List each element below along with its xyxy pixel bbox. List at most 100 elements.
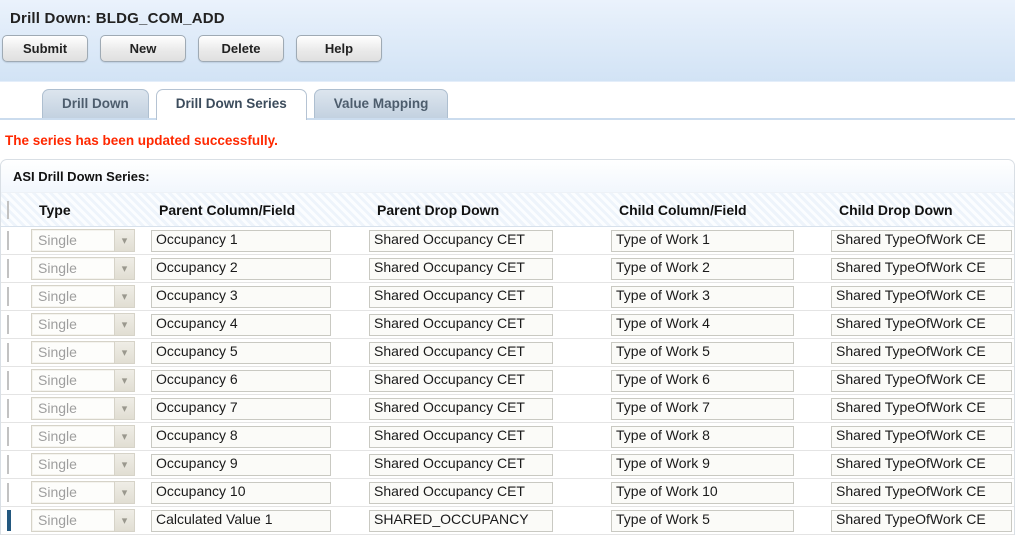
- parent-field-input[interactable]: Occupancy 2: [151, 258, 331, 280]
- chevron-down-icon: ▾: [114, 342, 134, 363]
- child-dropdown-input[interactable]: Shared TypeOfWork CE: [831, 454, 1012, 476]
- parent-field-input[interactable]: Occupancy 1: [151, 230, 331, 252]
- type-select-value: Single: [32, 342, 114, 363]
- column-header-parent-field: Parent Column/Field: [151, 202, 331, 218]
- parent-dropdown-input[interactable]: Shared Occupancy CET: [369, 370, 553, 392]
- table-row: Single ▾ Occupancy 7 Shared Occupancy CE…: [1, 395, 1014, 423]
- row-checkbox: [7, 427, 9, 446]
- parent-field-input[interactable]: Occupancy 6: [151, 370, 331, 392]
- row-checkbox: [7, 455, 9, 474]
- row-checkbox: [7, 371, 9, 390]
- tab-drill-down-series[interactable]: Drill Down Series: [156, 89, 307, 120]
- child-field-input[interactable]: Type of Work 7: [611, 398, 794, 420]
- type-select: Single ▾: [31, 257, 135, 280]
- row-checkbox: [7, 315, 9, 334]
- chevron-down-icon: ▾: [114, 510, 134, 531]
- type-select-value: Single: [32, 314, 114, 335]
- column-header-parent-dropdown: Parent Drop Down: [369, 202, 553, 218]
- new-button[interactable]: New: [100, 35, 186, 62]
- parent-field-input[interactable]: Occupancy 5: [151, 342, 331, 364]
- table-row: Single ▾ Occupancy 4 Shared Occupancy CE…: [1, 311, 1014, 339]
- type-select: Single ▾: [31, 425, 135, 448]
- tab-value-mapping[interactable]: Value Mapping: [314, 89, 449, 118]
- page-title: Drill Down: BLDG_COM_ADD: [0, 0, 1015, 27]
- submit-button[interactable]: Submit: [2, 35, 88, 62]
- chevron-down-icon: ▾: [114, 286, 134, 307]
- table-header-row: Type Parent Column/Field Parent Drop Dow…: [1, 193, 1014, 227]
- row-checkbox: [7, 483, 9, 502]
- child-dropdown-input[interactable]: Shared TypeOfWork CE: [831, 342, 1012, 364]
- type-select: Single ▾: [31, 341, 135, 364]
- type-select-value: Single: [32, 258, 114, 279]
- parent-dropdown-input[interactable]: Shared Occupancy CET: [369, 426, 553, 448]
- parent-field-input[interactable]: Occupancy 3: [151, 286, 331, 308]
- parent-field-input[interactable]: Occupancy 8: [151, 426, 331, 448]
- parent-field-input[interactable]: Occupancy 10: [151, 482, 331, 504]
- child-dropdown-input[interactable]: Shared TypeOfWork CE: [831, 510, 1012, 532]
- child-field-input[interactable]: Type of Work 1: [611, 230, 794, 252]
- parent-field-input[interactable]: Calculated Value 1: [151, 510, 331, 532]
- chevron-down-icon: ▾: [114, 258, 134, 279]
- child-dropdown-input[interactable]: Shared TypeOfWork CE: [831, 314, 1012, 336]
- table-row: Single ▾ Occupancy 5 Shared Occupancy CE…: [1, 339, 1014, 367]
- child-field-input[interactable]: Type of Work 9: [611, 454, 794, 476]
- parent-dropdown-input[interactable]: Shared Occupancy CET: [369, 398, 553, 420]
- child-dropdown-input[interactable]: Shared TypeOfWork CE: [831, 482, 1012, 504]
- type-select: Single ▾: [31, 397, 135, 420]
- type-select: Single ▾: [31, 481, 135, 504]
- child-dropdown-input[interactable]: Shared TypeOfWork CE: [831, 370, 1012, 392]
- child-dropdown-input[interactable]: Shared TypeOfWork CE: [831, 426, 1012, 448]
- child-dropdown-input[interactable]: Shared TypeOfWork CE: [831, 230, 1012, 252]
- chevron-down-icon: ▾: [114, 230, 134, 251]
- row-checkbox: [7, 231, 9, 250]
- parent-dropdown-input[interactable]: Shared Occupancy CET: [369, 230, 553, 252]
- child-field-input[interactable]: Type of Work 8: [611, 426, 794, 448]
- chevron-down-icon: ▾: [114, 398, 134, 419]
- table-row: Single ▾ Occupancy 3 Shared Occupancy CE…: [1, 283, 1014, 311]
- type-select-value: Single: [32, 370, 114, 391]
- row-checkbox: [7, 343, 9, 362]
- row-checkbox: [7, 287, 9, 306]
- table-row: Single ▾ Occupancy 8 Shared Occupancy CE…: [1, 423, 1014, 451]
- parent-field-input[interactable]: Occupancy 4: [151, 314, 331, 336]
- child-field-input[interactable]: Type of Work 2: [611, 258, 794, 280]
- child-dropdown-input[interactable]: Shared TypeOfWork CE: [831, 258, 1012, 280]
- parent-dropdown-input[interactable]: Shared Occupancy CET: [369, 286, 553, 308]
- table-row: Single ▾ Occupancy 6 Shared Occupancy CE…: [1, 367, 1014, 395]
- chevron-down-icon: ▾: [114, 370, 134, 391]
- type-select-value: Single: [32, 230, 114, 251]
- child-field-input[interactable]: Type of Work 6: [611, 370, 794, 392]
- child-dropdown-input[interactable]: Shared TypeOfWork CE: [831, 398, 1012, 420]
- child-field-input[interactable]: Type of Work 5: [611, 510, 794, 532]
- row-checkbox[interactable]: [7, 510, 11, 531]
- type-select-value: Single: [32, 510, 114, 531]
- tab-drill-down[interactable]: Drill Down: [42, 89, 149, 118]
- parent-field-input[interactable]: Occupancy 9: [151, 454, 331, 476]
- column-header-child-dropdown: Child Drop Down: [831, 202, 1012, 218]
- parent-dropdown-input[interactable]: Shared Occupancy CET: [369, 482, 553, 504]
- child-dropdown-input[interactable]: Shared TypeOfWork CE: [831, 286, 1012, 308]
- parent-dropdown-input[interactable]: Shared Occupancy CET: [369, 314, 553, 336]
- type-select-value: Single: [32, 286, 114, 307]
- delete-button[interactable]: Delete: [198, 35, 284, 62]
- table-row: Single ▾ Occupancy 10 Shared Occupancy C…: [1, 479, 1014, 507]
- parent-dropdown-input[interactable]: Shared Occupancy CET: [369, 342, 553, 364]
- table-row: Single ▾ Calculated Value 1 SHARED_OCCUP…: [1, 507, 1014, 535]
- parent-dropdown-input[interactable]: SHARED_OCCUPANCY: [369, 510, 553, 532]
- parent-dropdown-input[interactable]: Shared Occupancy CET: [369, 454, 553, 476]
- parent-dropdown-input[interactable]: Shared Occupancy CET: [369, 258, 553, 280]
- help-button[interactable]: Help: [296, 35, 382, 62]
- top-band: Drill Down: BLDG_COM_ADD Submit New Dele…: [0, 0, 1015, 82]
- chevron-down-icon: ▾: [114, 482, 134, 503]
- child-field-input[interactable]: Type of Work 10: [611, 482, 794, 504]
- tab-strip: Drill Down Drill Down Series Value Mappi…: [0, 82, 1015, 120]
- drill-down-series-panel: ASI Drill Down Series: Type Parent Colum…: [0, 159, 1015, 535]
- child-field-input[interactable]: Type of Work 4: [611, 314, 794, 336]
- parent-field-input[interactable]: Occupancy 7: [151, 398, 331, 420]
- select-all-checkbox: [7, 201, 9, 219]
- column-header-child-field: Child Column/Field: [611, 202, 794, 218]
- type-select-value: Single: [32, 482, 114, 503]
- type-select: Single ▾: [31, 313, 135, 336]
- child-field-input[interactable]: Type of Work 3: [611, 286, 794, 308]
- child-field-input[interactable]: Type of Work 5: [611, 342, 794, 364]
